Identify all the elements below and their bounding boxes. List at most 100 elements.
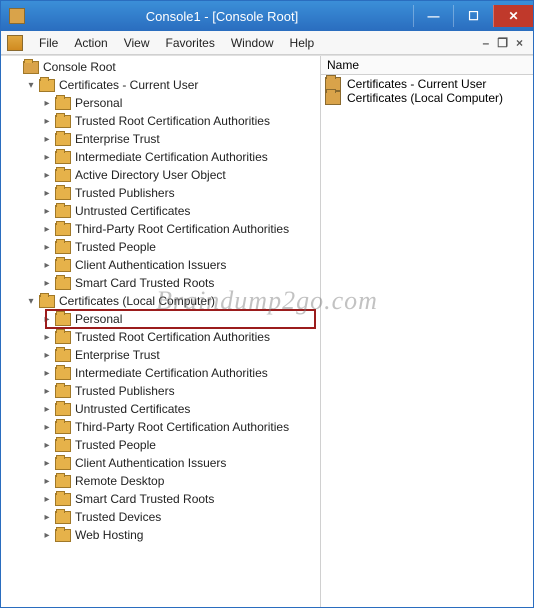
expander-icon[interactable]: ▸ <box>41 259 53 271</box>
details-pane: Name Certificates - Current User Certifi… <box>321 56 533 607</box>
certificates-icon <box>39 79 55 92</box>
tree: Console Root ▾Certificates - Current User… <box>1 58 320 544</box>
mmc-window: Console1 - [Console Root] — ☐ ✕ File Act… <box>0 0 534 608</box>
tree-node[interactable]: ▸Untrusted Certificates <box>1 400 320 418</box>
expander-icon[interactable]: ▾ <box>25 295 37 307</box>
tree-node[interactable]: ▸Personal <box>1 94 320 112</box>
expander-icon[interactable]: ▸ <box>41 187 53 199</box>
expander-icon[interactable]: ▸ <box>41 529 53 541</box>
expander-icon[interactable]: ▸ <box>41 313 53 325</box>
tree-node[interactable]: ▸ Active Directory User Object <box>1 166 320 184</box>
expander-icon[interactable]: ▸ <box>41 205 53 217</box>
tree-node-label: Trusted Root Certification Authorities <box>75 114 270 128</box>
tree-node-label: Console Root <box>43 60 116 74</box>
folder-icon <box>55 493 71 506</box>
folder-icon <box>55 403 71 416</box>
mdi-controls: – ❐ × <box>483 36 527 50</box>
folder-icon <box>55 169 71 182</box>
tree-node-label: Trusted People <box>75 438 156 452</box>
menu-file[interactable]: File <box>31 36 66 50</box>
expander-icon[interactable]: ▸ <box>41 151 53 163</box>
tree-node-label: Intermediate Certification Authorities <box>75 150 268 164</box>
expander-icon[interactable]: ▸ <box>41 277 53 289</box>
tree-node[interactable]: ▾Certificates - Current User <box>1 76 320 94</box>
tree-node[interactable]: ▸ Client Authentication Issuers <box>1 256 320 274</box>
tree-node[interactable]: Console Root <box>1 58 320 76</box>
tree-node[interactable]: ▾Certificates (Local Computer) <box>1 292 320 310</box>
expander-icon[interactable]: ▸ <box>41 115 53 127</box>
mdi-restore-icon[interactable]: ❐ <box>497 36 508 50</box>
tree-node[interactable]: ▸Trusted People <box>1 238 320 256</box>
tree-node[interactable]: ▸ Trusted People <box>1 436 320 454</box>
expander-icon[interactable]: ▸ <box>41 475 53 487</box>
list-item[interactable]: Certificates - Current User <box>325 77 529 91</box>
tree-node-label: Trusted Root Certification Authorities <box>75 330 270 344</box>
folder-icon <box>55 421 71 434</box>
menu-action[interactable]: Action <box>66 36 115 50</box>
tree-node[interactable]: ▸Remote Desktop <box>1 472 320 490</box>
tree-node[interactable]: ▸Web Hosting <box>1 526 320 544</box>
menu-window[interactable]: Window <box>223 36 282 50</box>
folder-icon <box>55 331 71 344</box>
folder-icon <box>55 511 71 524</box>
menu-help[interactable]: Help <box>282 36 323 50</box>
maximize-button[interactable]: ☐ <box>453 5 493 27</box>
expander-icon[interactable]: ▸ <box>41 385 53 397</box>
tree-pane[interactable]: Console Root ▾Certificates - Current User… <box>1 56 321 607</box>
close-button[interactable]: ✕ <box>493 5 533 27</box>
tree-node[interactable]: ▸ Intermediate Certification Authorities <box>1 148 320 166</box>
tree-node[interactable]: ▸ Trusted Devices <box>1 508 320 526</box>
tree-node-label: Active Directory User Object <box>75 168 226 182</box>
window-controls: — ☐ ✕ <box>413 5 533 27</box>
expander-icon[interactable]: ▸ <box>41 331 53 343</box>
tree-node[interactable]: ▸Intermediate Certification Authorities <box>1 364 320 382</box>
tree-node[interactable]: ▸ Personal <box>1 310 320 328</box>
folder-icon <box>55 187 71 200</box>
expander-icon[interactable]: ▾ <box>25 79 37 91</box>
tree-node-label: Personal <box>75 312 122 326</box>
tree-node[interactable]: ▸Trusted Publishers <box>1 184 320 202</box>
tree-node[interactable]: ▸Enterprise Trust <box>1 130 320 148</box>
tree-node[interactable]: ▸ Third-Party Root Certification Authorit… <box>1 220 320 238</box>
mdi-minimize-icon[interactable]: – <box>483 36 490 50</box>
tree-node[interactable]: ▸Trusted Publishers <box>1 382 320 400</box>
tree-node-label: Client Authentication Issuers <box>75 258 226 272</box>
tree-node[interactable]: ▸ Client Authentication Issuers <box>1 454 320 472</box>
menu-favorites[interactable]: Favorites <box>158 36 223 50</box>
tree-node[interactable]: ▸Untrusted Certificates <box>1 202 320 220</box>
tree-node-label: Client Authentication Issuers <box>75 456 226 470</box>
folder-icon <box>55 349 71 362</box>
tree-node-label: Smart Card Trusted Roots <box>75 276 214 290</box>
expander-icon[interactable]: ▸ <box>41 403 53 415</box>
folder-icon <box>55 115 71 128</box>
folder-icon <box>55 457 71 470</box>
expander-icon[interactable]: ▸ <box>41 97 53 109</box>
expander-icon[interactable]: ▸ <box>41 367 53 379</box>
details-list: Certificates - Current User Certificates… <box>321 75 533 107</box>
expander-icon[interactable]: ▸ <box>41 133 53 145</box>
column-header-name[interactable]: Name <box>321 56 533 75</box>
folder-icon <box>55 439 71 452</box>
tree-node[interactable]: ▸ Trusted Root Certification Authorities <box>1 328 320 346</box>
tree-node-label: Trusted Devices <box>75 510 161 524</box>
tree-node-label: Third-Party Root Certification Authoriti… <box>75 222 289 236</box>
expander-icon[interactable]: ▸ <box>41 421 53 433</box>
mdi-close-icon[interactable]: × <box>516 36 523 50</box>
expander-icon[interactable]: ▸ <box>41 457 53 469</box>
tree-node[interactable]: ▸Enterprise Trust <box>1 346 320 364</box>
menu-view[interactable]: View <box>116 36 158 50</box>
expander-icon[interactable]: ▸ <box>41 439 53 451</box>
expander-icon[interactable]: ▸ <box>41 511 53 523</box>
tree-node[interactable]: ▸Third-Party Root Certification Authorit… <box>1 418 320 436</box>
expander-icon[interactable]: ▸ <box>41 241 53 253</box>
list-item[interactable]: Certificates (Local Computer) <box>325 91 529 105</box>
expander-icon[interactable]: ▸ <box>41 349 53 361</box>
tree-node[interactable]: ▸ Smart Card Trusted Roots <box>1 274 320 292</box>
expander-icon[interactable]: ▸ <box>41 493 53 505</box>
expander-icon[interactable]: ▸ <box>41 223 53 235</box>
minimize-button[interactable]: — <box>413 5 453 27</box>
tree-node[interactable]: ▸ Trusted Root Certification Authorities <box>1 112 320 130</box>
folder-icon <box>55 529 71 542</box>
expander-icon[interactable]: ▸ <box>41 169 53 181</box>
tree-node[interactable]: ▸Smart Card Trusted Roots <box>1 490 320 508</box>
